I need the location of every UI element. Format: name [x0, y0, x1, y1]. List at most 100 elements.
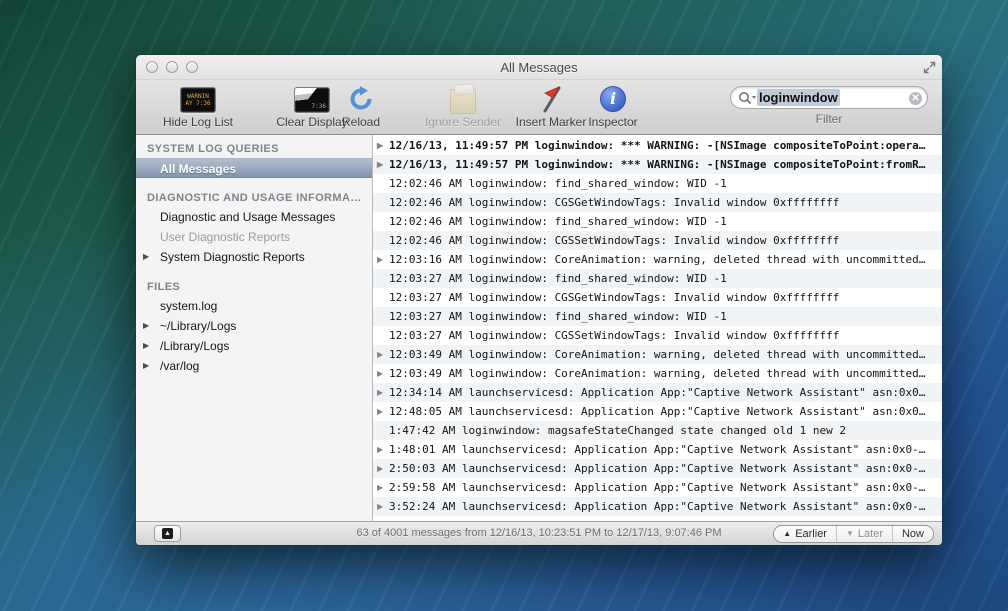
log-row[interactable]: ▶ 12:48:05 AM launchservicesd: Applicatio…	[373, 402, 942, 421]
hide-log-list-button[interactable]: WARNIN AY 7:36 Hide Log List	[152, 84, 244, 129]
log-message-text: 12:03:16 AM loginwindow: CoreAnimation: …	[389, 253, 926, 266]
filter-field-label: Filter	[815, 112, 843, 126]
log-row[interactable]: ▶ 12:03:49 AM loginwindow: CoreAnimation:…	[373, 345, 942, 364]
disclosure-triangle-icon[interactable]: ▶	[143, 247, 149, 267]
sidebar-item-label: /Library/Logs	[160, 339, 230, 353]
log-message-text: 12:03:49 AM loginwindow: CoreAnimation: …	[389, 367, 926, 380]
sidebar-item-var-log[interactable]: ▶ /var/log	[136, 356, 372, 376]
disclosure-triangle-icon[interactable]: ▶	[143, 336, 149, 356]
log-row[interactable]: 12:03:27 AM loginwindow: find_shared_win…	[373, 307, 942, 326]
log-row[interactable]: ▶ 12/16/13, 11:49:57 PM loginwindow: *** …	[373, 155, 942, 174]
log-message-text: 12:02:46 AM loginwindow: find_shared_win…	[389, 177, 727, 190]
disclosure-triangle-icon[interactable]: ▶	[377, 136, 383, 155]
sidebar-item-diagnostic-and-usage-messages[interactable]: Diagnostic and Usage Messages	[136, 207, 372, 227]
arrow-down-icon: ▼	[845, 529, 854, 538]
paper-bag-icon	[450, 88, 476, 114]
sidebar-item-library-logs[interactable]: ▶ /Library/Logs	[136, 336, 372, 356]
disclosure-triangle-icon[interactable]: ▶	[377, 459, 383, 478]
toolbar-button-label: Hide Log List	[162, 115, 234, 129]
statusbar: ▲ 63 of 4001 messages from 12/16/13, 10:…	[136, 521, 942, 545]
now-button[interactable]: Now	[891, 526, 933, 542]
log-row[interactable]: ▶ 12:34:14 AM launchservicesd: Applicatio…	[373, 383, 942, 402]
desktop-background: All Messages WARNIN AY 7:36 Hide Log Lis…	[0, 0, 1008, 611]
sidebar-item-label: System Diagnostic Reports	[160, 250, 305, 264]
earlier-button[interactable]: ▲ Earlier	[774, 526, 836, 542]
toolbar-button-label: Inspector	[588, 115, 638, 129]
sidebar-section: DIAGNOSTIC AND USAGE INFORMA… Diagnostic …	[136, 189, 372, 267]
log-row[interactable]: 12:03:27 AM loginwindow: CGSGetWindowTag…	[373, 288, 942, 307]
log-row[interactable]: 12:03:27 AM loginwindow: find_shared_win…	[373, 269, 942, 288]
sidebar-item-system-log[interactable]: system.log	[136, 296, 372, 316]
log-message-text: 12:03:27 AM loginwindow: CGSSetWindowTag…	[389, 329, 840, 342]
log-message-text: 12:02:46 AM loginwindow: find_shared_win…	[389, 215, 727, 228]
sidebar-section-header: FILES	[147, 281, 181, 293]
disclosure-triangle-icon[interactable]: ▶	[377, 497, 383, 516]
chevron-down-icon	[752, 96, 756, 99]
disclosure-triangle-icon[interactable]: ▶	[377, 155, 383, 174]
log-row[interactable]: ▶ 12:03:49 AM loginwindow: CoreAnimation:…	[373, 364, 942, 383]
disclosure-triangle-icon[interactable]: ▶	[377, 364, 383, 383]
log-row[interactable]: ▶ 1:48:01 AM launchservicesd: Application…	[373, 440, 942, 459]
log-message-text: 12:03:27 AM loginwindow: find_shared_win…	[389, 272, 727, 285]
disclosure-triangle-icon[interactable]: ▶	[377, 478, 383, 497]
log-message-text: 12/16/13, 11:49:57 PM loginwindow: *** W…	[389, 158, 926, 171]
toolbar-button-label: Reload	[341, 115, 381, 129]
disclosure-triangle-icon[interactable]: ▶	[377, 345, 383, 364]
disclosure-triangle-icon[interactable]: ▶	[377, 383, 383, 402]
window-title: All Messages	[500, 60, 578, 75]
sidebar-item-library-logs[interactable]: ▶ ~/Library/Logs	[136, 316, 372, 336]
log-list[interactable]: ▶ 12/16/13, 11:49:57 PM loginwindow: *** …	[373, 135, 942, 521]
log-row[interactable]: 12:02:46 AM loginwindow: CGSGetWindowTag…	[373, 193, 942, 212]
later-label: Later	[857, 528, 883, 540]
disclosure-triangle-icon[interactable]: ▶	[377, 402, 383, 421]
later-button[interactable]: ▼ Later	[835, 526, 892, 542]
sidebar-item-user-diagnostic-reports[interactable]: User Diagnostic Reports	[136, 227, 372, 247]
log-row[interactable]: ▶ 12:03:16 AM loginwindow: CoreAnimation:…	[373, 250, 942, 269]
filter-group: loginwindow ✕ Filter	[730, 86, 928, 126]
log-message-text: 2:50:03 AM launchservicesd: Application …	[389, 462, 926, 475]
sidebar-item-system-diagnostic-reports[interactable]: ▶ System Diagnostic Reports	[136, 247, 372, 267]
log-message-text: 3:52:24 AM launchservicesd: Application …	[389, 500, 926, 513]
log-row[interactable]: ▶ 12/16/13, 11:49:57 PM loginwindow: *** …	[373, 136, 942, 155]
sidebar-item-all-messages[interactable]: All Messages	[136, 158, 372, 178]
disclosure-triangle-icon[interactable]: ▶	[377, 440, 383, 459]
reload-button[interactable]: Reload	[338, 84, 384, 129]
log-row[interactable]: 1:47:42 AM loginwindow: magsafeStateChan…	[373, 421, 942, 440]
console-eraser-icon: 7:36	[294, 87, 330, 113]
sidebar-item-label: All Messages	[160, 162, 237, 176]
search-icon[interactable]	[738, 91, 757, 105]
log-message-text: 12:03:27 AM loginwindow: CGSGetWindowTag…	[389, 291, 840, 304]
sidebar-item-label: User Diagnostic Reports	[160, 230, 291, 244]
log-row[interactable]: ▶ 2:59:58 AM launchservicesd: Application…	[373, 478, 942, 497]
log-row[interactable]: ▶ 2:50:03 AM launchservicesd: Application…	[373, 459, 942, 478]
window-content: SYSTEM LOG QUERIES All Messages DIAGNOSTIC…	[136, 135, 942, 521]
log-row[interactable]: 12:03:27 AM loginwindow: CGSSetWindowTag…	[373, 326, 942, 345]
disclosure-triangle-icon[interactable]: ▶	[377, 250, 383, 269]
log-row[interactable]: ▶ 3:52:24 AM launchservicesd: Application…	[373, 497, 942, 516]
filter-search-input[interactable]: loginwindow ✕	[730, 86, 928, 109]
titlebar[interactable]: All Messages	[136, 55, 942, 80]
toolbar-button-label: Ignore Sender	[424, 115, 502, 129]
sidebar-item-label: ~/Library/Logs	[160, 319, 237, 333]
log-message-text: 1:47:42 AM loginwindow: magsafeStateChan…	[389, 424, 846, 437]
inspector-button[interactable]: i Inspector	[582, 84, 644, 129]
log-row[interactable]: 12:02:46 AM loginwindow: find_shared_win…	[373, 212, 942, 231]
log-message-text: 1:48:01 AM launchservicesd: Application …	[389, 443, 926, 456]
sidebar-item-label: /var/log	[160, 359, 200, 373]
red-flag-icon	[543, 86, 561, 113]
disclosure-triangle-icon[interactable]: ▶	[143, 316, 149, 336]
sidebar-section: FILES system.log ▶ ~/Library/Logs ▶ /Library/…	[136, 278, 372, 376]
time-navigation-control: ▲ Earlier ▼ Later Now	[773, 525, 934, 543]
log-row[interactable]: 12:02:46 AM loginwindow: find_shared_win…	[373, 174, 942, 193]
console-window: All Messages WARNIN AY 7:36 Hide Log Lis…	[136, 55, 942, 545]
sidebar-section-header: SYSTEM LOG QUERIES	[147, 143, 279, 155]
log-message-text: 12/16/13, 11:49:57 PM loginwindow: *** W…	[389, 139, 926, 152]
console-screen-icon: WARNIN AY 7:36	[180, 87, 216, 113]
earlier-label: Earlier	[795, 528, 827, 540]
disclosure-triangle-icon[interactable]: ▶	[143, 356, 149, 376]
info-circle-icon: i	[600, 86, 626, 112]
log-row[interactable]: 12:02:46 AM loginwindow: CGSSetWindowTag…	[373, 231, 942, 250]
ignore-sender-button: Ignore Sender	[418, 84, 508, 129]
fullscreen-icon[interactable]	[923, 61, 936, 74]
clear-search-icon[interactable]: ✕	[909, 91, 922, 105]
